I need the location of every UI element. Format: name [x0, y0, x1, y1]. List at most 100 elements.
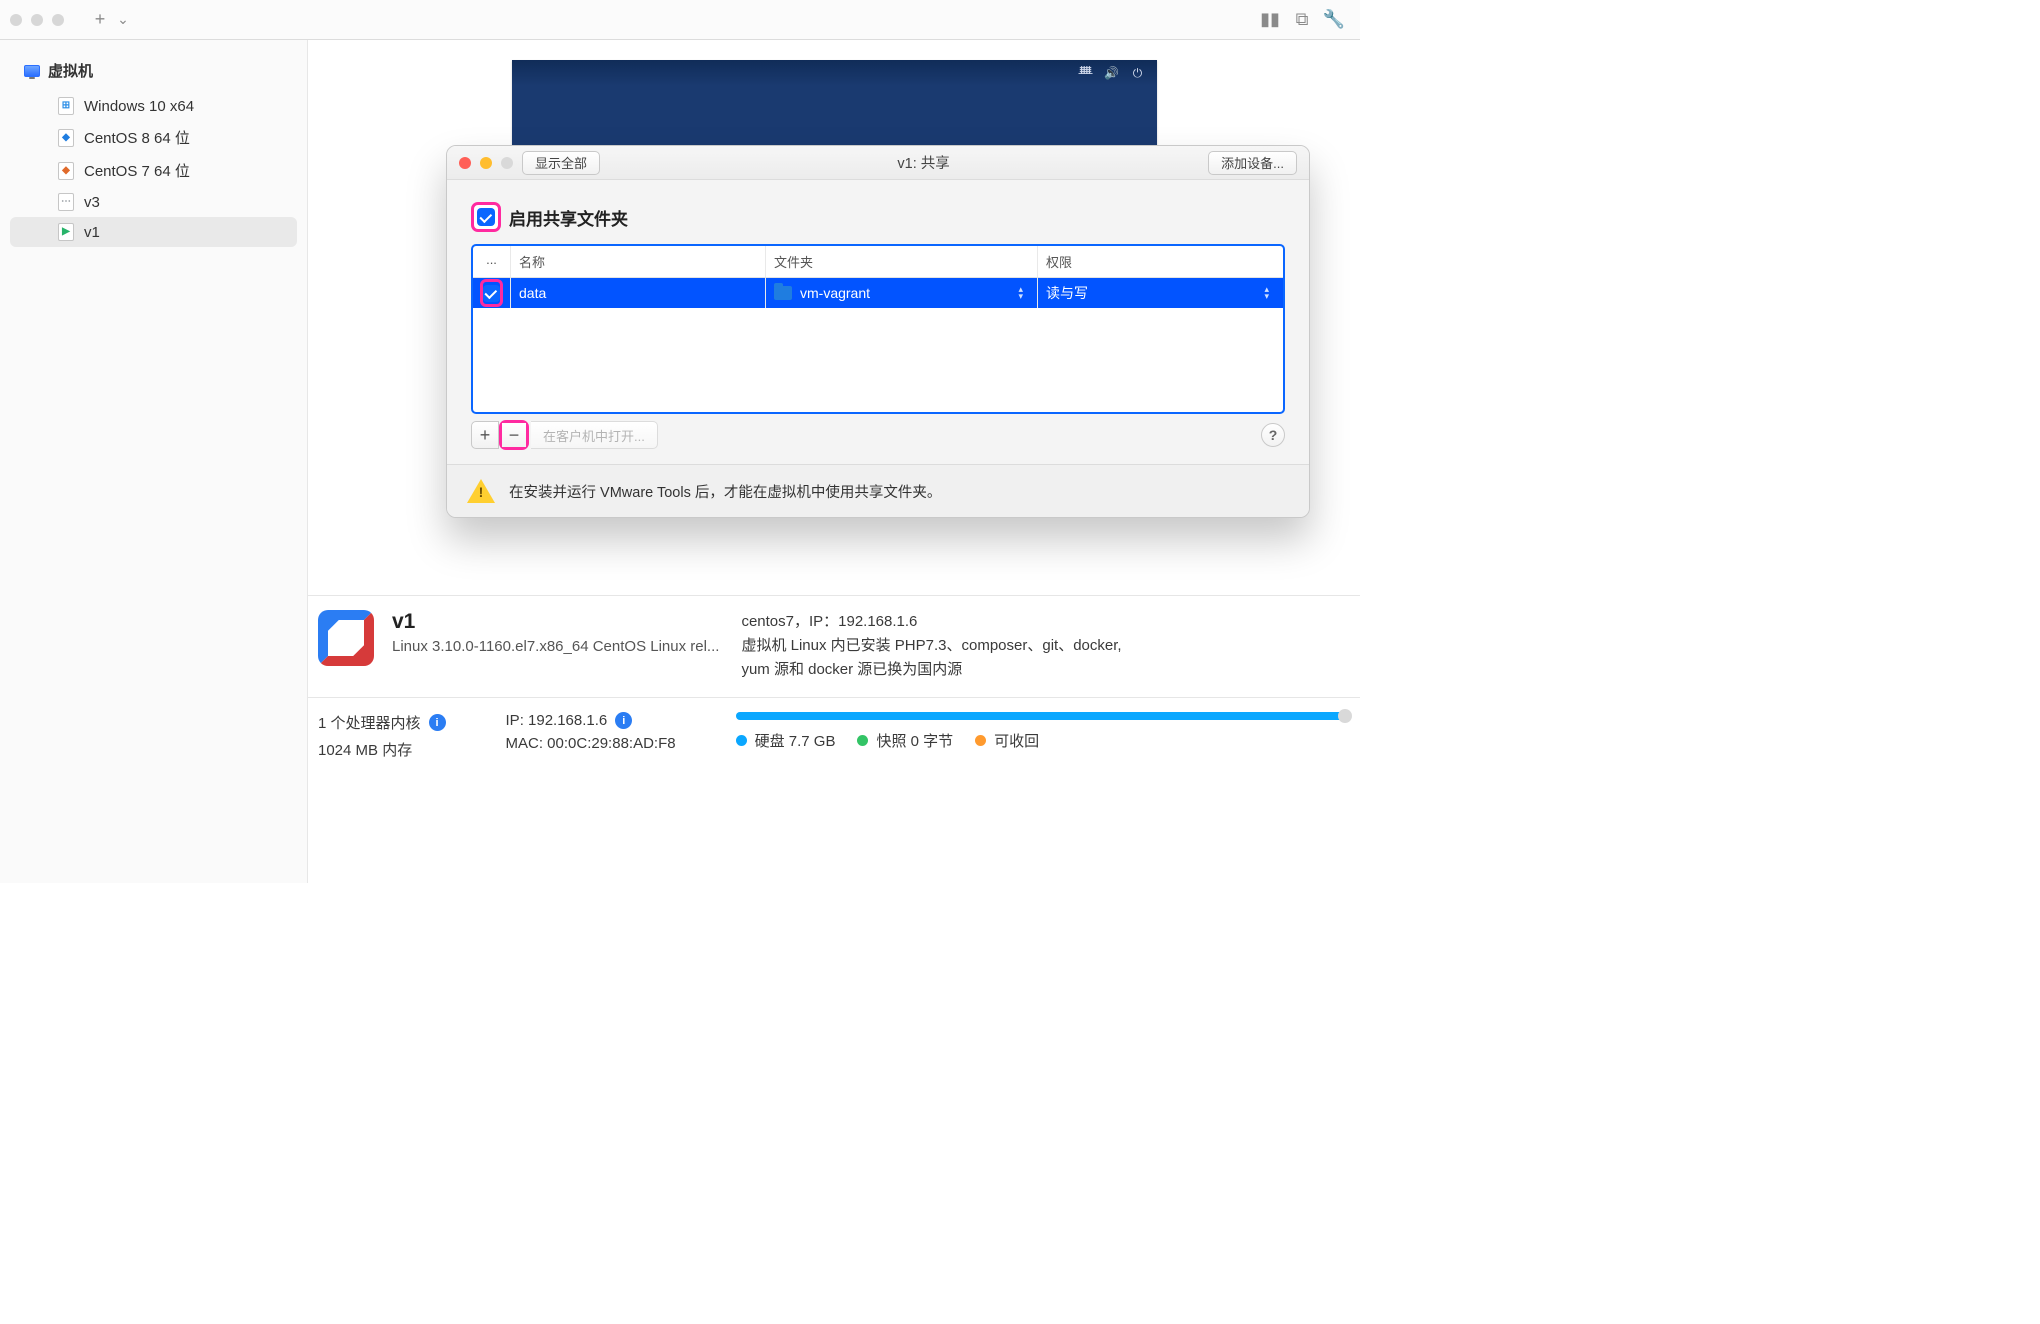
legend-swatch-reclaim	[975, 735, 986, 746]
sheet-zoom-button	[501, 157, 513, 169]
ip-label: IP: 192.168.1.6	[506, 712, 608, 729]
show-all-label: 显示全部	[535, 153, 587, 172]
vm-file-icon: ◆	[58, 129, 74, 147]
add-device-label: 添加设备...	[1221, 153, 1284, 172]
sidebar-item-windows-10-x64[interactable]: ⊞Windows 10 x64	[10, 91, 297, 121]
vm-stats: 1 个处理器内核 i 1024 MB 内存 IP: 192.168.1.6 i …	[308, 697, 1360, 770]
legend-snapshot: 快照 0 字节	[876, 730, 953, 751]
disk-usage-bar[interactable]	[736, 712, 1350, 720]
add-device-button[interactable]: 添加设备...	[1208, 151, 1297, 175]
settings-button[interactable]: 🔧	[1321, 7, 1347, 33]
minus-icon: −	[509, 425, 520, 446]
sidebar: 虚拟机 ⊞Windows 10 x64 ◆ CentOS 8 64 位 ◆CentOS…	[0, 40, 308, 883]
sidebar-item-centos-7-64-位[interactable]: ◆CentOS 7 64 位	[10, 154, 297, 187]
power-icon: ⏻	[1131, 66, 1145, 80]
legend-swatch-snapshot	[857, 735, 868, 746]
sheet-close-button[interactable]	[459, 157, 471, 169]
sidebar-item-v3[interactable]: ⋯ v3	[10, 187, 297, 217]
table-body: datavm-vagrant▴▾读与写▴▾	[473, 278, 1283, 412]
legend-reclaim: 可收回	[994, 730, 1039, 751]
sheet-titlebar: 显示全部 v1: 共享 添加设备...	[447, 146, 1309, 180]
table-footer: + − 在客户机中打开... ?	[471, 414, 1285, 450]
plus-icon: +	[95, 9, 106, 30]
network-icon: ᚙ	[1079, 66, 1093, 80]
plus-icon: +	[480, 425, 491, 446]
legend-disk: 硬盘 7.7 GB	[755, 730, 836, 751]
memory-label: 1024 MB 内存	[318, 739, 412, 760]
open-in-guest-button: 在客户机中打开...	[531, 421, 658, 449]
enable-sharing-row: 启用共享文件夹	[471, 202, 1285, 232]
main-area: ᚙ 🔊 ⏻ 显示全部 v1: 共享	[308, 40, 1360, 883]
snapshot-button[interactable]: ⧉	[1289, 7, 1315, 33]
remove-folder-button[interactable]: −	[502, 423, 526, 447]
info-icon: i	[615, 712, 632, 729]
info-icon: i	[429, 714, 446, 731]
highlight-annotation	[471, 202, 501, 232]
sidebar-item-v1[interactable]: ▶ v1	[10, 217, 297, 247]
mac-row: MAC: 00:0C:29:88:AD:F8	[506, 735, 676, 752]
vm-desc-line-1: centos7，IP：192.168.1.6	[741, 610, 1121, 631]
show-all-button[interactable]: 显示全部	[522, 151, 600, 175]
memory-row: 1024 MB 内存	[318, 739, 446, 760]
traffic-zoom[interactable]	[52, 14, 64, 26]
sidebar-item-label: CentOS 8 64 位	[84, 127, 190, 148]
ip-row[interactable]: IP: 192.168.1.6 i	[506, 712, 676, 729]
row-enable-checkbox[interactable]	[483, 285, 500, 302]
cpu-label: 1 个处理器内核	[318, 712, 421, 733]
folder-dropdown-caret[interactable]: ▴▾	[1018, 286, 1023, 300]
sidebar-item-label: CentOS 7 64 位	[84, 160, 190, 181]
vm-os-version: Linux 3.10.0-1160.el7.x86_64 CentOS Linu…	[392, 638, 719, 655]
enable-sharing-checkbox[interactable]	[477, 208, 495, 226]
vm-desc-line-2: 虚拟机 Linux 内已安装 PHP7.3、composer、git、docke…	[741, 634, 1121, 655]
shared-folders-table: ... 名称 文件夹 权限 datavm-vagrant▴▾读与写▴▾	[471, 244, 1285, 414]
sidebar-item-label: Windows 10 x64	[84, 98, 194, 115]
body-split: 虚拟机 ⊞Windows 10 x64 ◆ CentOS 8 64 位 ◆CentOS…	[0, 40, 1360, 883]
guest-menubar: ᚙ 🔊 ⏻	[512, 60, 1157, 86]
vm-file-icon: ⋯	[58, 193, 74, 211]
help-icon: ?	[1269, 427, 1278, 443]
traffic-close[interactable]	[10, 14, 22, 26]
help-button[interactable]: ?	[1261, 423, 1285, 447]
col-perm: 权限	[1038, 246, 1283, 277]
col-name: 名称	[511, 246, 766, 277]
table-header: ... 名称 文件夹 权限	[473, 246, 1283, 278]
vm-file-icon: ▶	[58, 223, 74, 241]
warning-icon	[467, 479, 495, 503]
folder-icon	[774, 286, 792, 300]
sheet-title: v1: 共享	[649, 152, 1198, 173]
sidebar-items: ⊞Windows 10 x64 ◆ CentOS 8 64 位 ◆CentOS 7 6…	[0, 85, 307, 247]
window-traffic-lights	[10, 14, 64, 26]
sidebar-header-label: 虚拟机	[48, 60, 93, 81]
enable-sharing-label: 启用共享文件夹	[509, 205, 628, 230]
warning-text: 在安装并运行 VMware Tools 后，才能在虚拟机中使用共享文件夹。	[509, 481, 941, 502]
col-on: ...	[473, 246, 511, 277]
highlight-annotation: −	[499, 420, 529, 450]
legend-swatch-disk	[736, 735, 747, 746]
traffic-minimize[interactable]	[31, 14, 43, 26]
col-folder: 文件夹	[766, 246, 1038, 277]
sharing-settings-sheet: 显示全部 v1: 共享 添加设备... 启用共享文件夹	[446, 145, 1310, 518]
mac-label: MAC: 00:0C:29:88:AD:F8	[506, 735, 676, 752]
pause-button[interactable]: ▮▮	[1257, 7, 1283, 33]
new-vm-menu-caret[interactable]: ⌄	[110, 7, 136, 33]
row-folder: vm-vagrant	[800, 285, 870, 301]
sidebar-item-label: v1	[84, 224, 100, 241]
sheet-warning-bar: 在安装并运行 VMware Tools 后，才能在虚拟机中使用共享文件夹。	[447, 464, 1309, 517]
table-row[interactable]: datavm-vagrant▴▾读与写▴▾	[473, 278, 1283, 308]
vm-summary: v1 Linux 3.10.0-1160.el7.x86_64 CentOS L…	[308, 595, 1360, 683]
pause-icon: ▮▮	[1260, 9, 1280, 30]
sheet-minimize-button[interactable]	[480, 157, 492, 169]
permission-dropdown-caret[interactable]: ▴▾	[1264, 286, 1269, 300]
sidebar-item-centos-8-64-位[interactable]: ◆ CentOS 8 64 位	[10, 121, 297, 154]
add-folder-button[interactable]: +	[471, 421, 499, 449]
sound-icon: 🔊	[1105, 66, 1119, 80]
chevron-down-icon: ⌄	[117, 11, 129, 28]
sheet-content: 启用共享文件夹 ... 名称 文件夹 权限 datavm-vagrant▴▾读与…	[447, 180, 1309, 464]
sidebar-item-label: v3	[84, 194, 100, 211]
vmware-app-icon	[318, 610, 374, 666]
cpu-row[interactable]: 1 个处理器内核 i	[318, 712, 446, 733]
wrench-icon: 🔧	[1323, 9, 1345, 30]
vm-library-icon	[24, 65, 40, 77]
vm-screen-preview[interactable]: ᚙ 🔊 ⏻	[512, 60, 1157, 155]
vm-desc-line-3: yum 源和 docker 源已换为国内源	[741, 658, 1121, 679]
